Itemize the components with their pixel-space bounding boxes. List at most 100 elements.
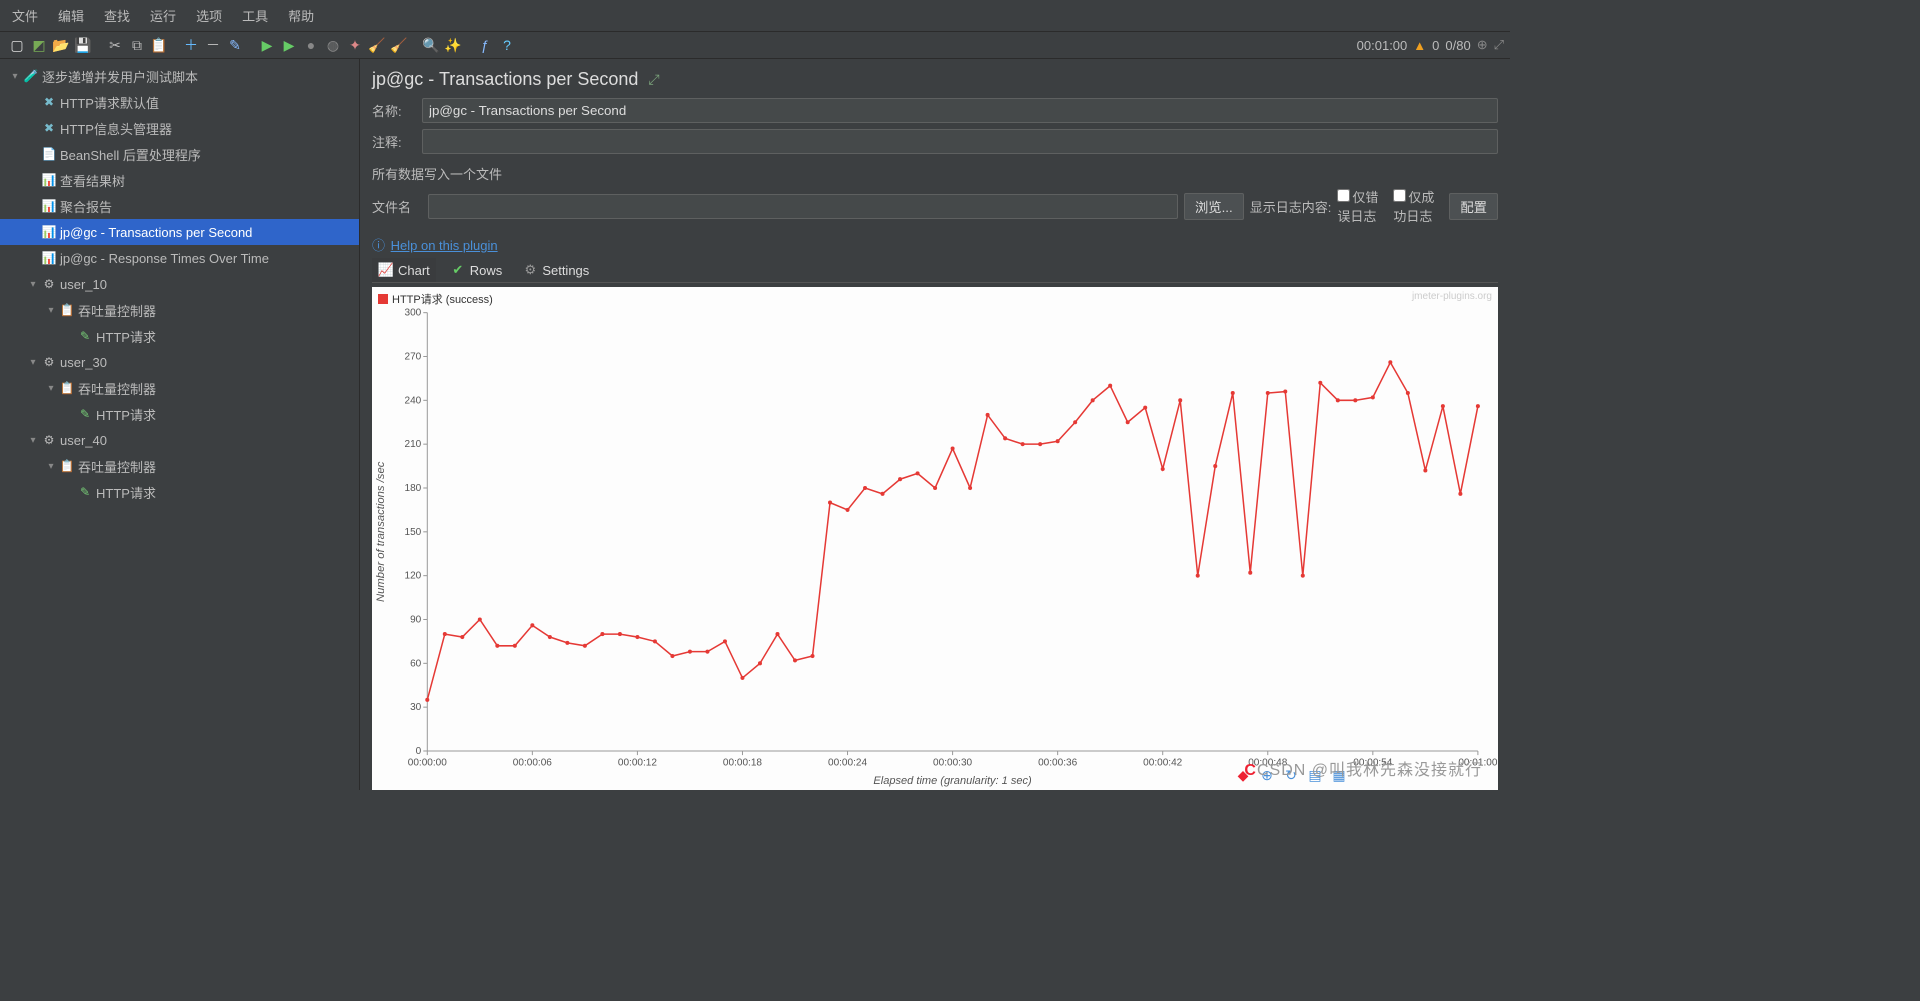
tab-chart[interactable]: 📈 Chart — [372, 258, 436, 282]
clear-all-icon[interactable]: 🧹 — [390, 36, 408, 54]
menu-帮助[interactable]: 帮助 — [280, 2, 322, 29]
svg-text:0: 0 — [416, 746, 422, 757]
tree-twisty[interactable]: ▾ — [44, 305, 58, 316]
minus-icon[interactable]: － — [204, 36, 222, 54]
svg-text:00:00:18: 00:00:18 — [723, 757, 762, 768]
tree-label: HTTP请求 — [94, 405, 156, 424]
tree-item[interactable]: ▾ ⚙ user_30 — [0, 349, 359, 375]
svg-text:300: 300 — [405, 308, 422, 319]
tree-item[interactable]: ▾ 📋 吞吐量控制器 — [0, 453, 359, 479]
tree-item[interactable]: 📄 BeanShell 后置处理程序 — [0, 141, 359, 167]
function-icon[interactable]: ƒ — [476, 36, 494, 54]
menu-查找[interactable]: 查找 — [96, 2, 138, 29]
tree-item[interactable]: ▾ 🧪 逐步递增并发用户测试脚本 — [0, 63, 359, 89]
reset-search-icon[interactable]: ✨ — [444, 36, 462, 54]
tree-item[interactable]: ▾ ⚙ user_40 — [0, 427, 359, 453]
shutdown-icon[interactable]: ◍ — [324, 36, 342, 54]
tree-icon: 📊 — [40, 251, 58, 265]
tree-twisty[interactable]: ▾ — [44, 383, 58, 394]
chart-btn-1[interactable]: ◆ — [1234, 766, 1252, 784]
file-section-label: 所有数据写入一个文件 — [372, 164, 1498, 183]
chart-btn-3[interactable]: ↻ — [1282, 766, 1300, 784]
tree-item[interactable]: 📊 聚合报告 — [0, 193, 359, 219]
comment-input[interactable] — [422, 129, 1498, 154]
copy-icon[interactable]: ⧉ — [128, 36, 146, 54]
toggle-icon[interactable]: ✎ — [226, 36, 244, 54]
tree-twisty[interactable]: ▾ — [26, 357, 40, 368]
help-icon[interactable]: ? — [498, 36, 516, 54]
menu-编辑[interactable]: 编辑 — [50, 2, 92, 29]
config-button[interactable]: 配置 — [1449, 193, 1498, 220]
tree-icon: 📊 — [40, 173, 58, 187]
open-icon[interactable]: 📂 — [52, 36, 70, 54]
svg-text:210: 210 — [405, 439, 422, 450]
play-icon[interactable]: ▶ — [258, 36, 276, 54]
stop-icon[interactable]: ● — [302, 36, 320, 54]
tree-twisty[interactable]: ▾ — [44, 461, 58, 472]
tree-item[interactable]: ✖ HTTP请求默认值 — [0, 89, 359, 115]
tab-rows[interactable]: ✔ Rows — [444, 258, 509, 282]
tree-label: user_10 — [58, 277, 107, 292]
tree-item[interactable]: ▾ 📋 吞吐量控制器 — [0, 297, 359, 323]
new-icon[interactable]: ▢ — [8, 36, 26, 54]
svg-text:60: 60 — [410, 658, 422, 669]
svg-text:Elapsed time (granularity: 1 s: Elapsed time (granularity: 1 sec) — [873, 775, 1032, 787]
only-success-checkbox[interactable]: 仅成功日志 — [1393, 187, 1443, 225]
globe-icon[interactable]: ⊕ — [1477, 37, 1488, 53]
play-no-timer-icon[interactable]: ▶ — [280, 36, 298, 54]
tree-item[interactable]: ▾ ⚙ user_10 — [0, 271, 359, 297]
tree-item[interactable]: ✎ HTTP请求 — [0, 323, 359, 349]
menu-选项[interactable]: 选项 — [188, 2, 230, 29]
paste-icon[interactable]: 📋 — [150, 36, 168, 54]
svg-text:00:00:06: 00:00:06 — [513, 757, 552, 768]
tab-settings[interactable]: ⚙ Settings — [516, 258, 595, 282]
show-log-label: 显示日志内容: — [1250, 197, 1332, 216]
file-input[interactable] — [428, 194, 1178, 219]
tree-icon: ✎ — [76, 329, 94, 343]
svg-text:120: 120 — [405, 571, 422, 582]
menu-文件[interactable]: 文件 — [4, 2, 46, 29]
tree-label: 吞吐量控制器 — [76, 301, 156, 320]
tree-item[interactable]: ✎ HTTP请求 — [0, 401, 359, 427]
cut-icon[interactable]: ✂ — [106, 36, 124, 54]
help-link[interactable]: Help on this plugin — [391, 238, 498, 253]
chart-btn-4[interactable]: ▤ — [1306, 766, 1324, 784]
tree-twisty[interactable]: ▾ — [8, 71, 22, 82]
tree-twisty[interactable]: ▾ — [26, 435, 40, 446]
svg-text:240: 240 — [405, 395, 422, 406]
name-label: 名称: — [372, 101, 422, 120]
tree-item[interactable]: ✎ HTTP请求 — [0, 479, 359, 505]
chart-btn-2[interactable]: ⊕ — [1258, 766, 1276, 784]
only-errors-checkbox[interactable]: 仅错误日志 — [1337, 187, 1387, 225]
menu-工具[interactable]: 工具 — [234, 2, 276, 29]
warning-icon[interactable]: ▲ — [1413, 38, 1426, 53]
tree-item[interactable]: 📊 jp@gc - Response Times Over Time — [0, 245, 359, 271]
tree-icon: ⚙ — [40, 433, 58, 447]
expand-icon[interactable]: ⤢ — [1494, 37, 1504, 53]
plugin-watermark: jmeter-plugins.org — [1412, 291, 1492, 302]
tree-item[interactable]: 📊 查看结果树 — [0, 167, 359, 193]
tree-label: HTTP请求 — [94, 327, 156, 346]
remote-stop-icon[interactable]: ✦ — [346, 36, 364, 54]
browse-button[interactable]: 浏览... — [1184, 193, 1244, 220]
tree-twisty[interactable]: ▾ — [26, 279, 40, 290]
svg-text:00:01:00: 00:01:00 — [1458, 757, 1497, 768]
panel-title: jp@gc - Transactions per Second — [372, 69, 638, 90]
tree-item[interactable]: ✖ HTTP信息头管理器 — [0, 115, 359, 141]
tree-label: user_40 — [58, 433, 107, 448]
template-icon[interactable]: ◩ — [30, 36, 48, 54]
search-icon[interactable]: 🔍 — [422, 36, 440, 54]
tree-icon: ✖ — [40, 95, 58, 109]
tree-item[interactable]: 📊 jp@gc - Transactions per Second — [0, 219, 359, 245]
thread-count: 0/80 — [1445, 38, 1470, 53]
name-input[interactable] — [422, 98, 1498, 123]
tree-item[interactable]: ▾ 📋 吞吐量控制器 — [0, 375, 359, 401]
menu-运行[interactable]: 运行 — [142, 2, 184, 29]
clear-icon[interactable]: 🧹 — [368, 36, 386, 54]
save-icon[interactable]: 💾 — [74, 36, 92, 54]
plus-icon[interactable]: ＋ — [182, 36, 200, 54]
tree-label: user_30 — [58, 355, 107, 370]
svg-text:180: 180 — [405, 483, 422, 494]
chart-btn-5[interactable]: ▦ — [1330, 766, 1348, 784]
expand-panel-icon[interactable]: ⤢ — [648, 71, 659, 88]
